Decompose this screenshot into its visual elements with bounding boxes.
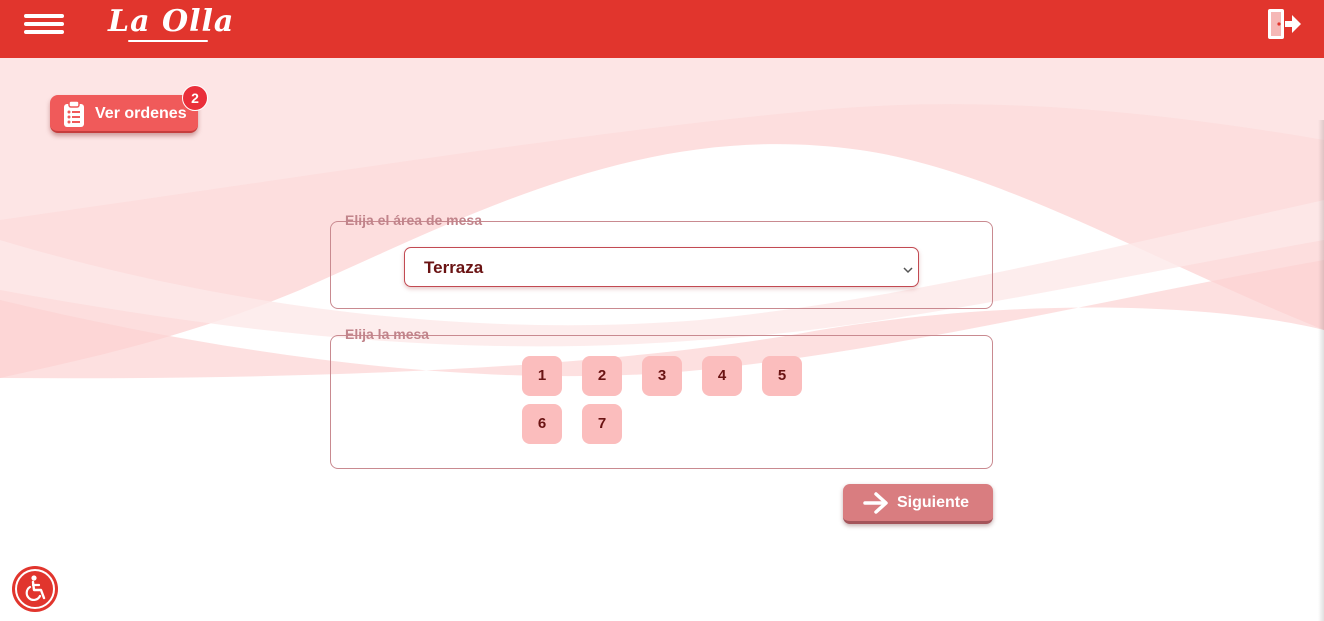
view-orders-label: Ver ordenes — [95, 105, 187, 122]
door-exit-icon[interactable] — [1266, 8, 1302, 40]
top-bar: La Olla — [0, 0, 1324, 58]
next-button-label: Siguiente — [897, 494, 970, 511]
hamburger-menu-icon[interactable] — [24, 14, 64, 36]
table-button-6[interactable]: 6 — [522, 404, 562, 444]
area-fieldset: Elija el área de mesa Terraza — [330, 212, 993, 309]
table-button-5[interactable]: 5 — [762, 356, 802, 396]
area-legend: Elija el área de mesa — [345, 212, 482, 228]
accessibility-button[interactable] — [12, 566, 58, 612]
table-button-2[interactable]: 2 — [582, 356, 622, 396]
table-legend: Elija la mesa — [345, 326, 430, 342]
next-button[interactable]: Siguiente — [843, 484, 993, 524]
app-page: La Olla Ver ordenes 2 Elija el área de m… — [0, 0, 1324, 621]
table-button-7[interactable]: 7 — [582, 404, 622, 444]
scroll-shadow — [1318, 120, 1324, 621]
clipboard-list-icon — [62, 100, 86, 128]
wheelchair-accessibility-icon — [25, 575, 46, 601]
orders-count-badge: 2 — [182, 85, 208, 111]
arrow-right-icon — [863, 492, 889, 514]
view-orders-button[interactable]: Ver ordenes — [50, 95, 198, 133]
table-button-4[interactable]: 4 — [702, 356, 742, 396]
chevron-down-icon — [903, 262, 913, 274]
area-select[interactable]: Terraza — [404, 247, 919, 287]
area-select-value: Terraza — [424, 258, 484, 277]
logo-underline — [128, 40, 208, 42]
table-fieldset: Elija la mesa 1 2 3 4 5 6 7 — [330, 326, 993, 469]
table-button-3[interactable]: 3 — [642, 356, 682, 396]
table-button-1[interactable]: 1 — [522, 356, 562, 396]
